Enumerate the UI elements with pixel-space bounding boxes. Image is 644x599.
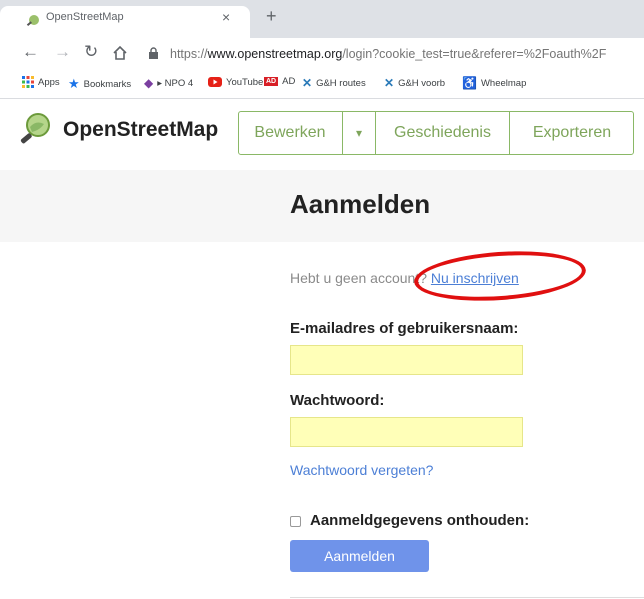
- gh-icon: ✕: [302, 76, 313, 90]
- bookmark-label: AD: [282, 76, 296, 87]
- bookmark-wheelmap[interactable]: ♿ Wheelmap: [462, 76, 526, 90]
- bookmark-gh-voorb[interactable]: ✕ G&H voorb: [384, 76, 445, 90]
- home-icon[interactable]: [112, 45, 128, 61]
- apps-grid-icon: [22, 76, 34, 88]
- bookmark-label: G&H routes: [316, 77, 366, 89]
- npo-icon: ◆: [144, 76, 154, 90]
- bookmark-label: Wheelmap: [480, 77, 527, 89]
- reload-icon[interactable]: ↻: [84, 42, 98, 62]
- new-tab-button[interactable]: +: [266, 6, 277, 27]
- bookmark-ad[interactable]: AD AD: [264, 76, 295, 87]
- url-prefix: https://: [170, 47, 208, 61]
- bookmark-apps[interactable]: Apps: [22, 76, 60, 88]
- osm-favicon-icon: [26, 15, 39, 27]
- bookmark-bookmarks[interactable]: ★ Bookmarks: [68, 76, 131, 92]
- email-label: E-mailadres of gebruikersnaam:: [290, 320, 519, 337]
- ad-icon: AD: [264, 77, 279, 86]
- bookmark-npo4[interactable]: ◆ ▸ NPO 4: [144, 76, 193, 90]
- bookmark-label: ▸ NPO 4: [157, 77, 194, 89]
- gh-icon: ✕: [384, 76, 395, 90]
- tab-close-icon[interactable]: ×: [222, 9, 230, 25]
- remember-checkbox[interactable]: [290, 516, 301, 527]
- bookmark-label: YouTube: [226, 76, 264, 88]
- forgot-password-link[interactable]: Wachtwoord vergeten?: [290, 462, 433, 478]
- tab-title: OpenStreetMap: [46, 11, 124, 23]
- login-button[interactable]: Aanmelden: [290, 540, 429, 572]
- bookmark-label: Apps: [38, 76, 60, 88]
- star-icon: ★: [68, 76, 80, 91]
- url-domain: www.openstreetmap.org: [207, 47, 343, 61]
- tab-edit[interactable]: Bewerken: [238, 111, 342, 155]
- osm-logo-icon[interactable]: [18, 112, 52, 146]
- tab-history[interactable]: Geschiedenis: [376, 111, 509, 155]
- no-account-text: Hebt u geen account?: [290, 270, 431, 286]
- address-bar[interactable]: https://www.openstreetmap.org/login?cook…: [170, 47, 606, 61]
- bookmark-label: G&H voorb: [398, 77, 446, 89]
- forward-arrow-icon[interactable]: →: [54, 42, 71, 62]
- back-arrow-icon[interactable]: ←: [22, 42, 39, 62]
- edit-dropdown-button[interactable]: ▾: [343, 111, 375, 155]
- page-title: Aanmelden: [290, 189, 431, 219]
- annotation-circle: [412, 246, 588, 306]
- tab-export[interactable]: Exporteren: [510, 111, 634, 155]
- divider: [290, 597, 644, 598]
- password-label: Wachtwoord:: [290, 392, 385, 409]
- bookmark-label: Bookmarks: [83, 78, 132, 90]
- remember-label: Aanmeldgegevens onthouden:: [310, 512, 530, 529]
- password-field[interactable]: [290, 417, 523, 447]
- bookmark-youtube[interactable]: YouTube: [208, 76, 263, 88]
- url-path: /login?cookie_test=true&referer=%2Foauth…: [342, 47, 607, 61]
- bookmark-gh-routes[interactable]: ✕ G&H routes: [302, 76, 366, 90]
- site-name[interactable]: OpenStreetMap: [63, 118, 218, 142]
- lock-icon[interactable]: [148, 47, 159, 60]
- wheelmap-icon: ♿: [462, 76, 477, 90]
- youtube-icon: [208, 77, 222, 87]
- email-field[interactable]: [290, 345, 523, 375]
